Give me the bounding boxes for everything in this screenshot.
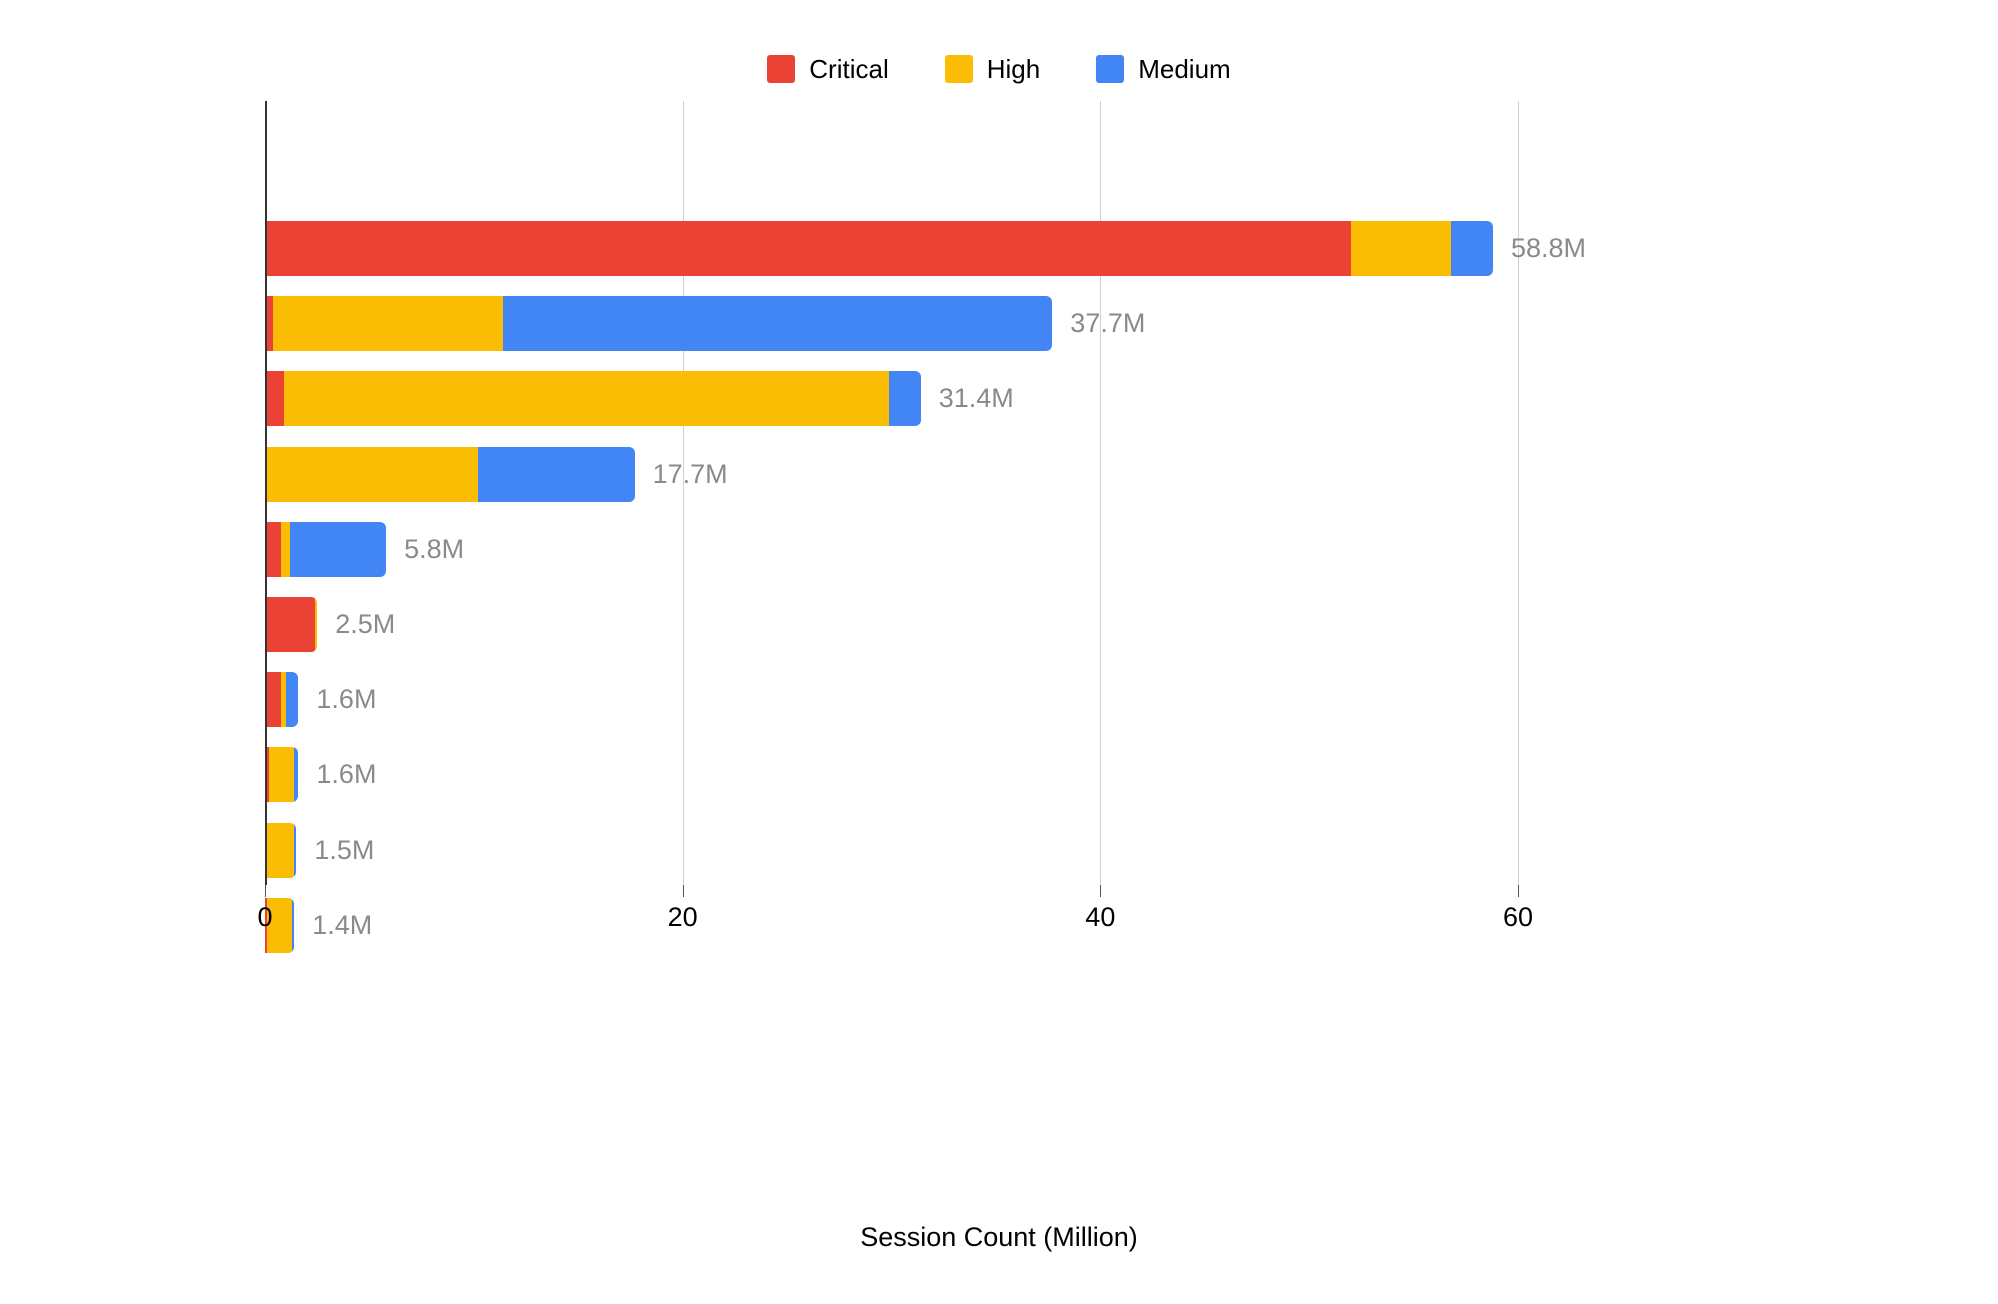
legend-entry-critical[interactable]: Critical bbox=[767, 54, 889, 84]
bar-segment-high[interactable] bbox=[283, 371, 890, 427]
bar-value-label: 2.5M bbox=[335, 609, 396, 639]
stacked-bar-chart: Critical High Medium Remote Code Execution… bbox=[0, 0, 1998, 1304]
x-tick-label-20: 20 bbox=[667, 902, 698, 932]
legend-swatch-icon-critical bbox=[767, 55, 796, 83]
bar-segment-high[interactable] bbox=[315, 597, 318, 652]
bar-segment-high[interactable] bbox=[267, 822, 295, 878]
bar-segment-critical[interactable] bbox=[265, 597, 316, 652]
bar-segment-medium[interactable] bbox=[290, 521, 387, 577]
legend-swatch-icon-high bbox=[944, 55, 973, 83]
bar-segment-high[interactable] bbox=[267, 446, 478, 502]
stacked-bar[interactable] bbox=[265, 296, 1053, 352]
x-tick-mark-60 bbox=[1518, 885, 1519, 897]
bar-value-label: 5.8M bbox=[404, 533, 465, 564]
bar-row: Information Disclosure37.7M bbox=[265, 296, 1518, 371]
stacked-bar[interactable] bbox=[265, 672, 299, 728]
bar-segment-high[interactable] bbox=[273, 296, 504, 352]
bar-segment-medium[interactable] bbox=[294, 747, 299, 803]
bar-segment-critical[interactable] bbox=[265, 371, 284, 427]
x-tick-mark-20 bbox=[682, 885, 684, 897]
legend-label: Critical bbox=[809, 54, 889, 84]
bar-value-label: 31.4M bbox=[938, 383, 1014, 414]
stacked-bar[interactable] bbox=[265, 597, 318, 652]
bar-row: Security Feature Bypass1.4M bbox=[265, 897, 1518, 973]
bar-segment-critical[interactable] bbox=[265, 221, 1351, 276]
bar-segment-medium[interactable] bbox=[294, 822, 297, 878]
bar-value-label: 1.5M bbox=[314, 834, 375, 865]
gridline-60 bbox=[1518, 101, 1519, 885]
bar-segment-medium[interactable] bbox=[477, 446, 635, 502]
bar-segment-medium[interactable] bbox=[285, 672, 299, 728]
x-axis-title: Session Count (Million) bbox=[860, 1222, 1138, 1252]
stacked-bar[interactable] bbox=[265, 822, 297, 878]
stacked-bar[interactable] bbox=[265, 446, 635, 502]
bar-row: Denial-Of-Service1.5M bbox=[265, 822, 1518, 898]
bar-segment-medium[interactable] bbox=[889, 371, 921, 427]
bar-segment-medium[interactable] bbox=[1451, 221, 1493, 276]
bar-value-label: 37.7M bbox=[1070, 308, 1146, 339]
bar-row: Buffer Overflow1.6M bbox=[265, 747, 1518, 822]
bar-value-label: 17.7M bbox=[652, 458, 728, 489]
plot-area: Remote Code Execution58.8MInformation Di… bbox=[265, 101, 1586, 953]
stacked-bar[interactable] bbox=[265, 371, 921, 427]
bar-value-label: 58.8M bbox=[1510, 233, 1586, 263]
bar-value-label: 1.6M bbox=[316, 759, 377, 790]
legend-entry-medium[interactable]: Medium bbox=[1096, 54, 1231, 84]
bar-segment-critical[interactable] bbox=[265, 672, 281, 728]
bar-segment-critical[interactable] bbox=[265, 521, 281, 577]
bar-row: Command Injection1.6M bbox=[265, 672, 1518, 747]
bar-row: SQL Injection5.8M bbox=[265, 521, 1518, 597]
x-tick-mark-40 bbox=[1100, 885, 1102, 897]
bar-row: Cross-Site Scripting17.7M bbox=[265, 446, 1518, 522]
stacked-bar[interactable] bbox=[265, 747, 299, 803]
stacked-bar[interactable] bbox=[265, 221, 1493, 276]
bar-segment-high[interactable] bbox=[1350, 221, 1452, 276]
x-tick-mark-0 bbox=[265, 885, 266, 897]
legend-entry-high[interactable]: High bbox=[944, 54, 1041, 84]
chart-legend: Critical High Medium bbox=[0, 52, 1998, 86]
bar-row: Remote Code Execution58.8M bbox=[265, 221, 1586, 296]
legend-label: High bbox=[986, 54, 1041, 84]
bar-row: Improper Authentication2.5M bbox=[265, 597, 1518, 672]
stacked-bar[interactable] bbox=[265, 521, 387, 577]
y-axis-line bbox=[265, 101, 267, 885]
x-tick-label-40: 40 bbox=[1085, 902, 1116, 932]
bar-segment-high[interactable] bbox=[269, 747, 295, 803]
x-tick-label-60: 60 bbox=[1502, 902, 1534, 932]
bar-value-label: 1.6M bbox=[316, 684, 377, 715]
bar-segment-medium[interactable] bbox=[503, 296, 1053, 352]
bar-row: Traversal31.4M bbox=[265, 371, 1518, 446]
legend-swatch-icon-medium bbox=[1096, 55, 1125, 83]
x-tick-label-0: 0 bbox=[257, 902, 273, 932]
bar-segment-high[interactable] bbox=[280, 521, 291, 577]
legend-label: Medium bbox=[1138, 54, 1231, 84]
